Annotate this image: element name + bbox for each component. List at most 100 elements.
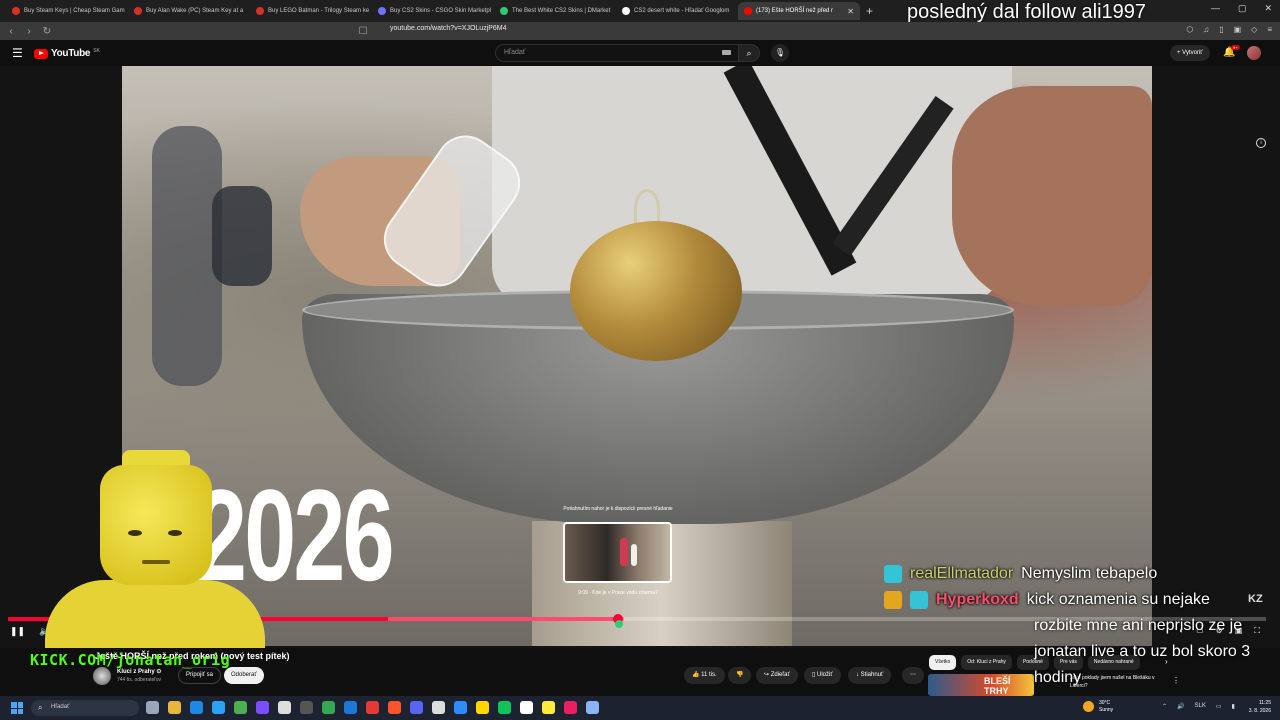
chat-text: kick oznamenia su nejake	[1026, 591, 1210, 608]
back-icon[interactable]: ‹	[4, 26, 18, 37]
chat-text: Nemyslim tebapelo	[1021, 565, 1158, 582]
language-indicator[interactable]: SLK	[1195, 703, 1206, 710]
preview-figure	[620, 538, 628, 566]
chat-badge-icon	[884, 565, 902, 583]
tab-close-icon[interactable]: ✕	[847, 7, 854, 16]
search-button[interactable]: ⌕	[738, 44, 760, 62]
vpn-icon[interactable]: ◇	[1251, 25, 1257, 34]
speaker-icon[interactable]: 🔊	[1177, 703, 1184, 710]
chevron-up-icon[interactable]: ⌃	[1162, 703, 1167, 710]
minimize-icon[interactable]: —	[1211, 3, 1220, 14]
download-label: Stiahnuť	[860, 672, 884, 678]
chat-username: Hyperkoxd	[936, 591, 1019, 608]
fountain-brass-ball	[570, 221, 742, 361]
system-clock[interactable]: 11:25 3. 8. 2026	[1243, 699, 1271, 715]
taskbar-app-icon[interactable]	[520, 701, 533, 714]
chat-username: realEllmatador	[910, 565, 1014, 582]
menu-icon[interactable]: ≡	[1267, 25, 1272, 34]
youtube-play-icon	[34, 48, 48, 59]
taskbar-app-icon[interactable]	[212, 701, 225, 714]
subscribe-button[interactable]: Odoberať	[224, 667, 264, 684]
chat-message: Hyperkoxd kick oznamenia su nejake	[884, 587, 1280, 613]
browser-tab[interactable]: CS2 desert white - Hľadať Googlom	[616, 2, 738, 20]
clock-date: 3. 8. 2026	[1248, 708, 1271, 714]
taskbar-app-icon[interactable]	[256, 701, 269, 714]
taskbar-app-icon[interactable]	[586, 701, 599, 714]
browser-tab[interactable]: Buy CS2 Skins - CSGO Skin Marketpl	[372, 2, 494, 20]
taskbar-apps	[146, 701, 599, 714]
browser-tab[interactable]: Buy Steam Keys | Cheap Steam Gam	[6, 2, 128, 20]
info-icon[interactable]: i	[1256, 138, 1266, 148]
close-icon[interactable]: ✕	[1264, 3, 1272, 14]
taskbar-app-icon[interactable]	[322, 701, 335, 714]
taskbar-app-icon[interactable]	[498, 701, 511, 714]
tab-label: Buy CS2 Skins - CSGO Skin Marketpl	[390, 8, 492, 14]
url-field[interactable]: youtube.com/watch?v=XJOLuzjP6M4	[390, 25, 507, 32]
browser-tab[interactable]: Buy LEGO Batman - Trilogy Steam ke	[250, 2, 372, 20]
taskbar-app-icon[interactable]	[410, 701, 423, 714]
dislike-button[interactable]: 👎	[728, 667, 752, 684]
voice-search-button[interactable]: 🎙	[771, 44, 789, 62]
tab-label: (173) Ešte HORŠÍ než před r	[756, 8, 834, 14]
taskbar-app-icon[interactable]	[476, 701, 489, 714]
taskbar-app-icon[interactable]	[146, 701, 159, 714]
streamer-avatar-mouth	[142, 560, 170, 564]
create-label: Vytvoriť	[1182, 50, 1203, 56]
system-tray: ⌃ 🔊 SLK ▭ ▮	[1162, 703, 1235, 710]
maximize-icon[interactable]: ▢	[1238, 3, 1247, 14]
browser-tab[interactable]: Buy Alan Wake (PC) Steam Key at a	[128, 2, 250, 20]
battery-icon[interactable]: ▮	[1232, 703, 1235, 710]
video-overlay-year: 2026	[195, 462, 395, 608]
tab-label: Buy Steam Keys | Cheap Steam Gam	[24, 8, 125, 14]
taskbar-app-icon[interactable]	[542, 701, 555, 714]
create-button[interactable]: + Vytvoriť	[1170, 45, 1210, 61]
search-input[interactable]: Hľadať	[495, 44, 740, 62]
browser-tab[interactable]: (173) Ešte HORŠÍ než před r ✕	[738, 2, 860, 20]
chat-badge-icon	[884, 591, 902, 609]
share-button[interactable]: ↪ Zdieľať	[756, 667, 798, 684]
stream-chat-overlay: realEllmatador Nemyslim tebapelo Hyperkoxd…	[884, 561, 1280, 691]
windows-start-icon[interactable]	[11, 702, 23, 714]
channel-name[interactable]: Kluci z Prahy ⊙	[117, 668, 161, 675]
tab-favicon-icon	[378, 7, 386, 15]
bookmark-icon[interactable]: ☐	[356, 26, 370, 37]
account-avatar[interactable]	[1247, 46, 1261, 60]
network-icon[interactable]: ▭	[1216, 703, 1222, 710]
taskbar-app-icon[interactable]	[564, 701, 577, 714]
save-button[interactable]: ▯ Uložiť	[804, 667, 841, 684]
search-icon: ⌕	[38, 703, 43, 712]
taskbar-app-icon[interactable]	[388, 701, 401, 714]
taskbar-app-icon[interactable]	[234, 701, 247, 714]
taskbar-app-icon[interactable]	[300, 701, 313, 714]
keyboard-icon[interactable]	[722, 50, 731, 55]
browser-tab[interactable]: The Best White CS2 Skins | DMarket	[494, 2, 616, 20]
mouse-cursor	[615, 620, 623, 628]
chat-message: realEllmatador Nemyslim tebapelo	[884, 561, 1280, 587]
music-icon[interactable]: ♫	[1203, 25, 1209, 34]
forward-icon[interactable]: ›	[22, 26, 36, 37]
taskbar-app-icon[interactable]	[168, 701, 181, 714]
hamburger-menu-icon[interactable]: ☰	[12, 46, 23, 60]
seek-preview-chapter: 9:09 · Kde je v Praze voda zdarma?	[578, 590, 658, 596]
taskbar-app-icon[interactable]	[344, 701, 357, 714]
taskbar-app-icon[interactable]	[432, 701, 445, 714]
taskbar-search[interactable]: ⌕ Hľadať	[31, 700, 139, 716]
tab-favicon-icon	[744, 7, 752, 15]
weather-widget[interactable]: 30°C Sunny	[1083, 700, 1113, 713]
wallet-icon[interactable]: ▣	[1234, 25, 1242, 34]
channel-avatar[interactable]	[93, 667, 111, 685]
taskbar-app-icon[interactable]	[454, 701, 467, 714]
reload-icon[interactable]: ↻	[40, 26, 54, 37]
youtube-logo[interactable]: YouTube SK	[34, 48, 100, 59]
preview-figure-2	[631, 544, 637, 566]
taskbar-app-icon[interactable]	[278, 701, 291, 714]
extension-icon[interactable]: ⬡	[1186, 25, 1193, 34]
like-button[interactable]: 👍 11 tis.	[684, 667, 725, 684]
new-tab-button[interactable]: +	[866, 4, 873, 18]
tab-label: Buy Alan Wake (PC) Steam Key at a	[146, 8, 244, 14]
taskbar-app-icon[interactable]	[190, 701, 203, 714]
join-button[interactable]: Pripojiť sa	[178, 667, 221, 684]
pause-icon[interactable]: ❚❚	[10, 626, 25, 637]
taskbar-app-icon[interactable]	[366, 701, 379, 714]
sidebar-icon[interactable]: ▯	[1219, 25, 1223, 34]
